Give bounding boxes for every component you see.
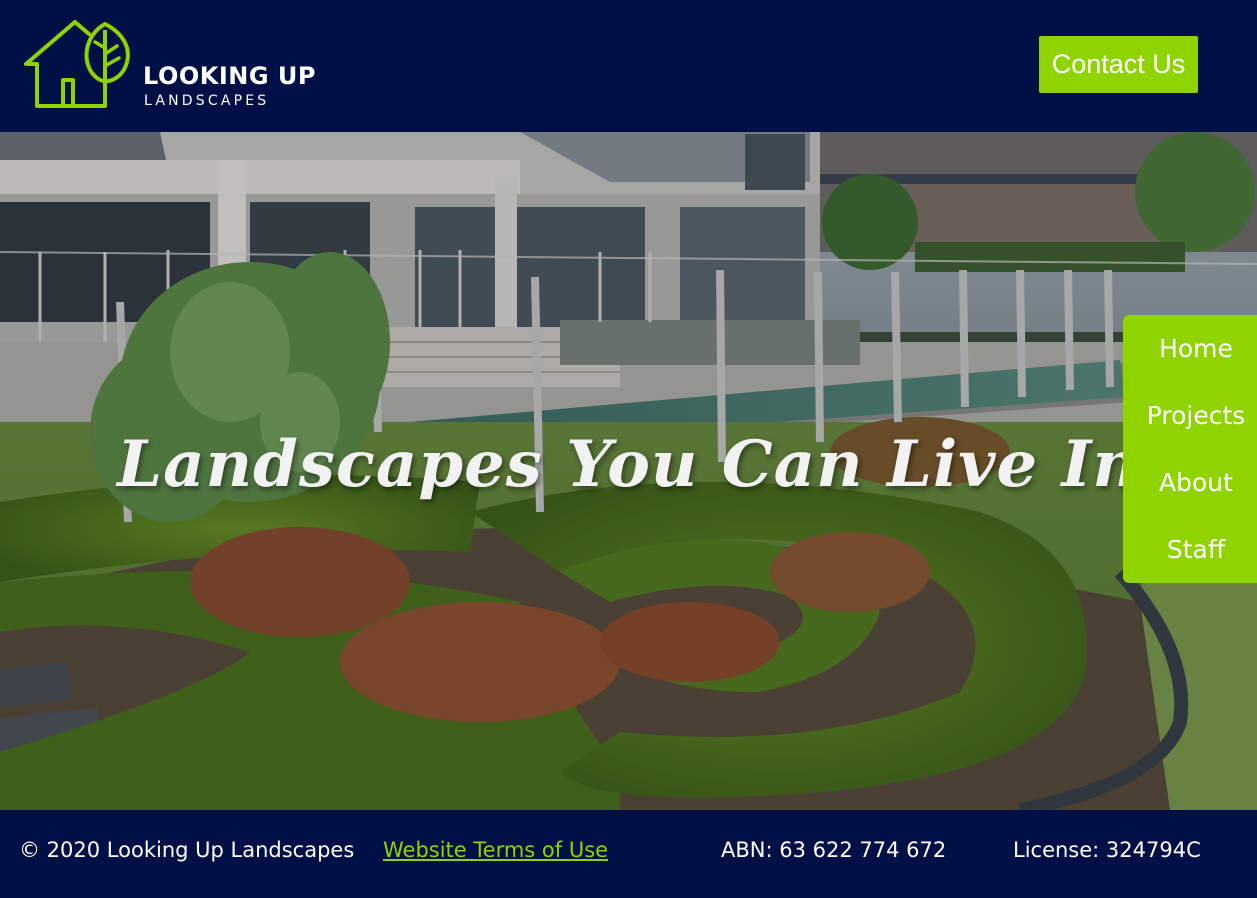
- side-navigation: Home Projects About Staff: [1123, 315, 1257, 583]
- nav-item-staff[interactable]: Staff: [1123, 516, 1257, 583]
- logo-name: LOOKING UP: [143, 62, 316, 90]
- abn-text: ABN: 63 622 774 672: [721, 838, 947, 862]
- nav-item-home[interactable]: Home: [1123, 315, 1257, 382]
- copyright-text: © 2020 Looking Up Landscapes: [19, 838, 355, 862]
- site-footer: © 2020 Looking Up Landscapes Website Ter…: [0, 810, 1257, 898]
- house-tree-icon: [24, 20, 130, 108]
- nav-item-projects[interactable]: Projects: [1123, 382, 1257, 449]
- hero-tagline: Landscapes You Can Live In: [117, 427, 1140, 502]
- hero-banner: Landscapes You Can Live In: [0, 132, 1257, 810]
- contact-us-button[interactable]: Contact Us: [1039, 36, 1198, 93]
- license-text: License: 324794C: [1013, 838, 1201, 862]
- site-header: LOOKING UP LANDSCAPES Contact Us: [0, 0, 1257, 132]
- logo[interactable]: LOOKING UP LANDSCAPES: [23, 18, 333, 112]
- logo-subtitle: LANDSCAPES: [144, 93, 270, 109]
- nav-item-about[interactable]: About: [1123, 449, 1257, 516]
- terms-of-use-link[interactable]: Website Terms of Use: [383, 838, 608, 862]
